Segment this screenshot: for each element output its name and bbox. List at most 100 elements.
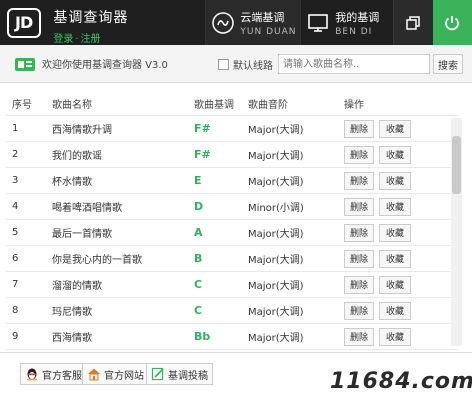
auth-separator: · [75, 34, 79, 45]
cloud-tune-icon [212, 11, 235, 34]
row-song-scale: Major(大调) [248, 333, 304, 344]
delete-button[interactable]: 删除 [344, 275, 374, 294]
row-song-key: F# [194, 122, 211, 135]
contribute-button[interactable]: 基调投稿 [146, 363, 213, 385]
delete-button[interactable]: 删除 [344, 145, 374, 164]
table-row[interactable]: 8 玛尼情歌 C Major(大调) 删除 收藏 [6, 298, 458, 324]
row-song-scale: Major(大调) [248, 177, 304, 188]
power-icon [445, 15, 460, 30]
table-row[interactable]: 1 西海情歌升调 F# Major(大调) 删除 收藏 [6, 116, 458, 142]
row-song-key: C [194, 304, 203, 317]
watermark-text: 11684.com [330, 368, 472, 394]
table-body: 1 西海情歌升调 F# Major(大调) 删除 收藏 2 我们的歌谣 F# Major(大调) 删… [6, 116, 458, 350]
row-song-key: C [194, 278, 203, 291]
table-row[interactable]: 6 你是我心内的一首歌 B Major(大调) 删除 收藏 [6, 246, 458, 272]
favorite-button[interactable]: 收藏 [379, 171, 411, 190]
row-actions: 删除 收藏 [344, 145, 458, 164]
delete-button[interactable]: 删除 [344, 197, 374, 216]
song-table: 序号 歌曲名称 歌曲基调 歌曲音阶 操作 1 西海情歌升调 F# Major(大调) 删… [6, 92, 458, 350]
table-row[interactable]: 4 喝着啤酒唱情歌 D Minor(小调) 删除 收藏 [6, 194, 458, 220]
tab-cloud-tune[interactable]: 云端基调 YUN DUAN [205, 0, 301, 45]
table-row[interactable]: 9 西海情歌 Bb Major(大调) 删除 收藏 [6, 324, 458, 350]
search-button[interactable]: 搜索 [433, 54, 463, 74]
delete-button[interactable]: 删除 [344, 301, 374, 320]
delete-button[interactable]: 删除 [344, 223, 374, 242]
row-index: 8 [12, 305, 19, 316]
home-icon [87, 367, 101, 381]
row-song-key: D [194, 200, 204, 213]
favorite-button[interactable]: 收藏 [379, 197, 411, 216]
row-actions: 删除 收藏 [344, 171, 458, 190]
website-button[interactable]: 官方网站 [82, 363, 149, 385]
favorite-button[interactable]: 收藏 [379, 249, 411, 268]
delete-button[interactable]: 删除 [344, 171, 374, 190]
row-song-name: 杯水情歌 [52, 177, 92, 188]
row-song-name: 西海情歌升调 [52, 125, 112, 136]
row-actions: 删除 收藏 [344, 249, 458, 268]
favorite-button[interactable]: 收藏 [379, 223, 411, 242]
default-route-checkbox[interactable] [218, 59, 229, 70]
row-actions: 删除 收藏 [344, 223, 458, 242]
row-song-scale: Major(大调) [248, 229, 304, 240]
favorite-button[interactable]: 收藏 [379, 275, 411, 294]
row-song-name: 最后一首情歌 [52, 229, 112, 240]
default-route-toggle[interactable]: 默认线路 [218, 57, 273, 72]
row-actions: 删除 收藏 [344, 197, 458, 216]
table-row[interactable]: 3 杯水情歌 E Major(大调) 删除 收藏 [6, 168, 458, 194]
tab-cloud-tune-sublabel: YUN DUAN [240, 26, 297, 37]
table-row[interactable]: 2 我们的歌谣 F# Major(大调) 删除 收藏 [6, 142, 458, 168]
row-song-scale: Major(大调) [248, 281, 304, 292]
row-song-name: 玛尼情歌 [52, 307, 92, 318]
title-bar: JD 基调查询器 登录 · 注册 云端基调 YUN DUAN 我的基调 BEN … [0, 0, 472, 45]
row-song-scale: Major(大调) [248, 307, 304, 318]
logo-mark: JD [6, 7, 41, 38]
row-index: 4 [12, 201, 19, 212]
favorite-button[interactable]: 收藏 [379, 301, 411, 320]
tab-my-tune-sublabel: BEN DI [335, 26, 373, 37]
monitor-icon [307, 12, 329, 34]
row-index: 5 [12, 227, 19, 238]
table-scrollbar[interactable] [451, 118, 462, 346]
website-button-label: 官方网站 [104, 370, 144, 382]
row-song-name: 我们的歌谣 [52, 151, 102, 162]
table-header: 序号 歌曲名称 歌曲基调 歌曲音阶 操作 [6, 92, 458, 116]
tab-my-tune[interactable]: 我的基调 BEN DI [300, 0, 393, 45]
favorite-button[interactable]: 收藏 [379, 145, 411, 164]
col-song-name: 歌曲名称 [52, 100, 92, 111]
table-row[interactable]: 5 最后一首情歌 A Major(大调) 删除 收藏 [6, 220, 458, 246]
row-actions: 删除 收藏 [344, 275, 458, 294]
row-actions: 删除 收藏 [344, 301, 458, 320]
row-actions: 删除 收藏 [344, 119, 458, 138]
col-song-key: 歌曲基调 [194, 100, 234, 111]
register-link[interactable]: 注册 [81, 34, 101, 45]
favorite-button[interactable]: 收藏 [379, 119, 411, 138]
delete-button[interactable]: 删除 [344, 119, 374, 138]
row-song-key: Bb [194, 330, 211, 343]
table-row[interactable]: 7 溜溜的情歌 C Major(大调) 删除 收藏 [6, 272, 458, 298]
row-song-scale: Major(大调) [248, 255, 304, 266]
edit-icon [151, 367, 165, 381]
login-link[interactable]: 登录 [53, 34, 73, 45]
row-index: 2 [12, 149, 19, 160]
qq-penguin-icon [25, 367, 39, 381]
title-block: 基调查询器 登录 · 注册 [47, 0, 195, 45]
app-title: 基调查询器 [53, 10, 129, 26]
restore-button[interactable] [393, 0, 433, 45]
col-actions: 操作 [344, 100, 364, 111]
row-index: 7 [12, 279, 19, 290]
support-button[interactable]: 官方客服 [20, 363, 87, 385]
delete-button[interactable]: 删除 [344, 249, 374, 268]
col-index: 序号 [12, 100, 32, 111]
search-input[interactable] [278, 54, 430, 74]
row-index: 9 [12, 331, 19, 342]
row-song-name: 你是我心内的一首歌 [52, 255, 142, 266]
scroll-thumb[interactable] [452, 136, 461, 194]
row-song-key: B [194, 252, 203, 265]
tab-cloud-tune-label: 云端基调 [240, 10, 285, 24]
favorite-button[interactable]: 收藏 [379, 327, 411, 346]
delete-button[interactable]: 删除 [344, 327, 374, 346]
power-button[interactable] [432, 0, 472, 45]
default-route-label: 默认线路 [233, 61, 273, 72]
row-index: 3 [12, 175, 19, 186]
row-index: 6 [12, 253, 19, 264]
